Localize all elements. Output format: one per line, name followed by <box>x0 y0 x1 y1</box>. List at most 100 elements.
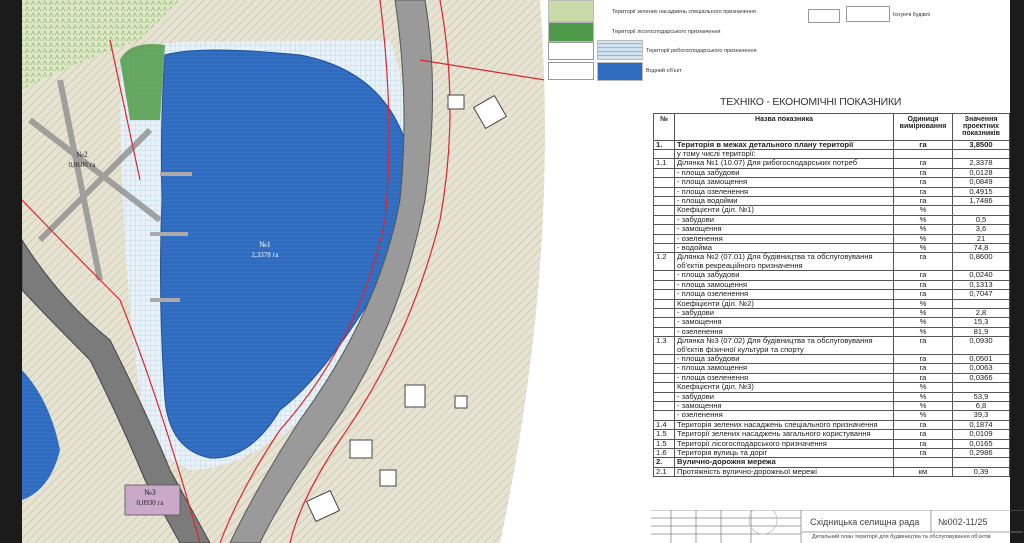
tei-cell-num <box>653 298 675 309</box>
tei-cell-unit: % <box>893 410 953 421</box>
tei-cell-value <box>952 382 1010 393</box>
tei-cell-name: - площа замощення <box>674 363 894 374</box>
tei-cell-value <box>952 298 1010 309</box>
tei-cell-num <box>653 289 675 300</box>
title-block-number: №002-11/25 <box>938 517 988 527</box>
tei-cell-num <box>653 317 675 328</box>
tei-cell-unit: га <box>893 429 953 440</box>
plot-3-area: 0,0930 га <box>137 499 165 507</box>
tei-cell-name: Ділянка №1 (10.07) Для рибогосподарських… <box>674 158 894 169</box>
legend-label-water: Водний об'єкт <box>646 68 682 74</box>
tei-cell-value: 0,0240 <box>952 270 1010 281</box>
tei-cell-unit: % <box>893 317 953 328</box>
tei-cell-num <box>653 214 675 226</box>
tei-cell-name: Ділянка №3 (07.02) Для будівництва та об… <box>674 336 894 355</box>
tei-row: 1.1 Ділянка №1 (10.07) Для рибогосподарсь… <box>653 158 1010 169</box>
tei-cell-value: 39,3 <box>952 410 1010 421</box>
seal-stamp <box>748 510 778 535</box>
tei-cell-unit: га <box>893 270 953 281</box>
tei-cell-num <box>653 382 675 393</box>
tei-cell-unit: га <box>893 139 953 151</box>
plot-1-label: №1 <box>259 240 271 249</box>
tei-cell-value: 1,7486 <box>952 196 1010 207</box>
tei-cell-name: - озеленення <box>674 410 894 421</box>
tei-cell-unit: га <box>893 336 953 355</box>
tei-cell-name: Ділянка №2 (07.01) Для будівництва та об… <box>674 252 894 272</box>
tei-cell-unit: % <box>893 298 953 309</box>
tei-row: Коефіцієнти (діл. №3)% <box>653 382 1010 393</box>
tei-cell-num <box>653 233 675 245</box>
tei-cell-name: - замощення <box>674 224 894 235</box>
legend-label-special-green: Території зелених насаджень спеціального… <box>612 9 756 15</box>
tei-row: Коефіцієнти (діл. №1)% <box>653 205 1010 216</box>
tei-cell-value: 0,0366 <box>952 372 1010 384</box>
tei-cell-value: 3,6 <box>952 224 1010 235</box>
legend-swatch-water <box>597 62 643 81</box>
tei-row: - площа озеленення га 0,7047 <box>653 289 1010 300</box>
tei-cell-num <box>653 410 675 421</box>
tei-row: 1.5 Території зелених насаджень загальног… <box>653 429 1010 440</box>
tei-cell-num <box>653 177 675 188</box>
viewer-margin-right <box>1010 0 1024 543</box>
tei-cell-value: 3,8500 <box>952 139 1010 151</box>
tei-cell-num <box>653 224 675 235</box>
tei-cell-name: Вулично-дорожня мережа <box>674 457 894 468</box>
tei-cell-value: 2,3378 <box>952 158 1010 169</box>
legend-label-fishery: Території рибогосподарського призначення <box>646 48 757 54</box>
plot-3-label: №3 <box>144 488 156 497</box>
tei-cell-unit: % <box>893 205 953 216</box>
tei-cell-value: 0,2986 <box>952 447 1010 459</box>
tei-cell-value: 0,0849 <box>952 177 1010 188</box>
legend-building-swatch-2 <box>846 6 890 22</box>
tei-cell-unit: км <box>893 466 953 478</box>
detail-plan-map: №1 2,3378 га №2 0,8600 га №3 0,0930 га <box>22 0 545 543</box>
tei-row: - площа забудови га 0,0240 <box>653 270 1010 281</box>
tei-row: - замощення% 3,6 <box>653 224 1010 235</box>
tei-cell-num <box>653 307 675 319</box>
legend-building-swatch <box>808 9 840 23</box>
tei-cell-name: - площа забудови <box>674 270 894 281</box>
tei-cell-num <box>653 186 675 198</box>
tei-row: Коефіцієнти (діл. №2)% <box>653 298 1010 309</box>
tei-cell-num <box>653 400 675 412</box>
tei-cell-value <box>952 457 1010 468</box>
tei-cell-num <box>653 353 675 365</box>
tei-cell-name: Протяжність вулично-дорожньої мережі <box>674 466 894 478</box>
tei-cell-unit: га <box>893 158 953 169</box>
legend-swatch-special-green <box>548 0 594 22</box>
tei-row: - озеленення% 39,3 <box>653 410 1010 421</box>
tei-cell-unit: га <box>893 363 953 374</box>
tei-cell-num <box>653 391 675 403</box>
tei-cell-num <box>653 167 675 179</box>
tei-cell-num: 1.5 <box>653 429 675 440</box>
tei-cell-unit: га <box>893 252 953 272</box>
title-block-org: Східницька селищна рада <box>810 517 920 527</box>
tei-cell-num <box>653 205 675 216</box>
tei-cell-unit: га <box>893 177 953 188</box>
legend-label-existing-buildings: Існуючі будівлі <box>893 12 930 18</box>
tei-cell-name: - площа замощення <box>674 177 894 188</box>
tei-cell-num <box>653 279 675 291</box>
tei-cell-name: Коефіцієнти (діл. №1) <box>674 205 894 216</box>
tei-cell-num <box>653 270 675 281</box>
tei-cell-value: 0,39 <box>952 466 1010 478</box>
tei-cell-unit: га <box>893 289 953 300</box>
tei-header-name: Назва показника <box>674 113 894 141</box>
tei-body: 1. Територія в межах детального плану тер… <box>653 139 1010 478</box>
tei-cell-name: - площа озеленення <box>674 289 894 300</box>
tei-cell-num: 2. <box>653 457 675 468</box>
plot-2-label: №2 <box>76 150 88 159</box>
tei-cell-value: 0,0063 <box>952 363 1010 374</box>
legend-swatch-forest <box>548 22 594 42</box>
tei-cell-num: 1. <box>653 139 675 151</box>
tei-cell-name: Коефіцієнти (діл. №3) <box>674 382 894 393</box>
tei-cell-num <box>653 196 675 207</box>
tei-header-row: № Назва показника Одиниця вимірювання Зн… <box>653 113 1010 141</box>
tei-row: - площа замощення га 0,0063 <box>653 363 1010 374</box>
tei-row: 2.1 Протяжність вулично-дорожньої мережі к… <box>653 466 1010 478</box>
legend-swatch-empty <box>548 42 594 60</box>
tei-cell-value <box>952 205 1010 216</box>
plot-2-area: 0,8600 га <box>69 161 97 169</box>
tei-row: 1.3 Ділянка №3 (07.02) Для будівництва та… <box>653 336 1010 355</box>
tei-row: 2. Вулично-дорожня мережа <box>653 457 1010 468</box>
